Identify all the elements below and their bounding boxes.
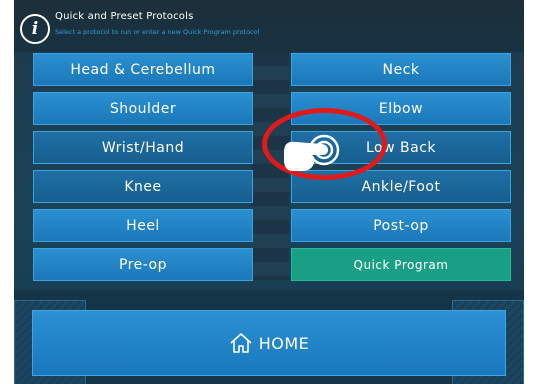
protocol-post-op-button[interactable]: Post-op — [291, 209, 511, 242]
info-icon[interactable]: i — [20, 14, 50, 44]
quick-program-button[interactable]: Quick Program — [291, 248, 511, 281]
protocol-head-cerebellum-button[interactable]: Head & Cerebellum — [33, 53, 253, 86]
home-label: HOME — [258, 333, 310, 353]
protocol-heel-button[interactable]: Heel — [33, 209, 253, 242]
protocol-knee-button[interactable]: Knee — [33, 170, 253, 203]
protocol-wrist-hand-button[interactable]: Wrist/Hand — [33, 131, 253, 164]
header-bar: i Quick and Preset Protocols Select a pr… — [14, 0, 524, 52]
protocol-screen: i Quick and Preset Protocols Select a pr… — [14, 0, 524, 384]
protocol-pre-op-button[interactable]: Pre-op — [33, 248, 253, 281]
page-title: Quick and Preset Protocols — [55, 11, 194, 22]
page-subtitle: Select a protocol to run or enter a new … — [55, 28, 260, 36]
protocol-neck-button[interactable]: Neck — [291, 53, 511, 86]
footer-panel: HOME — [14, 290, 524, 384]
house-icon — [230, 333, 252, 353]
protocol-shoulder-button[interactable]: Shoulder — [33, 92, 253, 125]
home-button[interactable]: HOME — [32, 310, 506, 376]
hand-pointer-icon — [284, 134, 340, 171]
